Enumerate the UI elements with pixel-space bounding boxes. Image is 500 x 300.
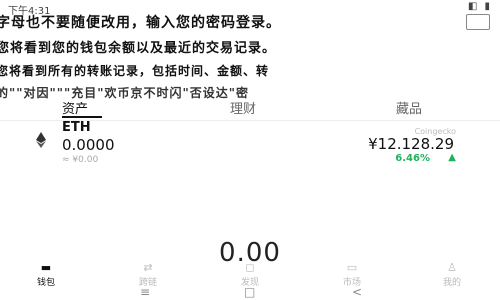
status-icons: ◧ ▮ <box>467 1 492 12</box>
menu-button[interactable]: ≡ <box>140 285 150 299</box>
wallet-icon: ▬ <box>40 261 52 274</box>
ethereum-icon <box>36 132 46 148</box>
instruction-line-1: 字母也不要随便改用，输入您的密码登录。 <box>0 15 281 31</box>
tab-collectibles[interactable]: 藏品 <box>396 98 422 117</box>
tab-assets[interactable]: 资产 <box>62 98 88 117</box>
back-button[interactable]: < <box>352 285 362 299</box>
token-amount: 0.0000 <box>62 136 115 154</box>
tab-finance[interactable]: 理财 <box>230 98 256 117</box>
token-price: ¥12.128.29 <box>368 135 454 153</box>
profile-icon: ♙ <box>447 261 457 274</box>
discover-icon: ◻ <box>245 261 255 274</box>
wallet-manage-icon[interactable] <box>466 14 490 30</box>
system-nav-bar: ≡ □ < <box>0 284 500 300</box>
token-symbol: ETH <box>62 120 91 135</box>
instruction-line-3: 您将看到所有的转账记录，包括时间、金额、转 <box>0 64 270 78</box>
instruction-line-2: 您将看到您的钱包余额以及最近的交易记录。 <box>0 41 277 56</box>
token-fiat-value: ≈ ¥0.00 <box>62 155 99 165</box>
price-change: 6.46% <box>395 153 430 164</box>
asset-tabs: 资产 理财 藏品 <box>0 98 500 118</box>
market-icon: ▭ <box>346 261 358 274</box>
active-tab-indicator <box>62 116 102 118</box>
bridge-icon: ⇄ <box>143 261 153 274</box>
bottom-tab-bar: ▬ 钱包 ⇄ 跨链 ◻ 发现 ▭ 市场 ♙ 我的 <box>0 261 500 289</box>
home-button[interactable]: □ <box>244 285 255 299</box>
price-up-icon: ▲ <box>448 152 456 163</box>
